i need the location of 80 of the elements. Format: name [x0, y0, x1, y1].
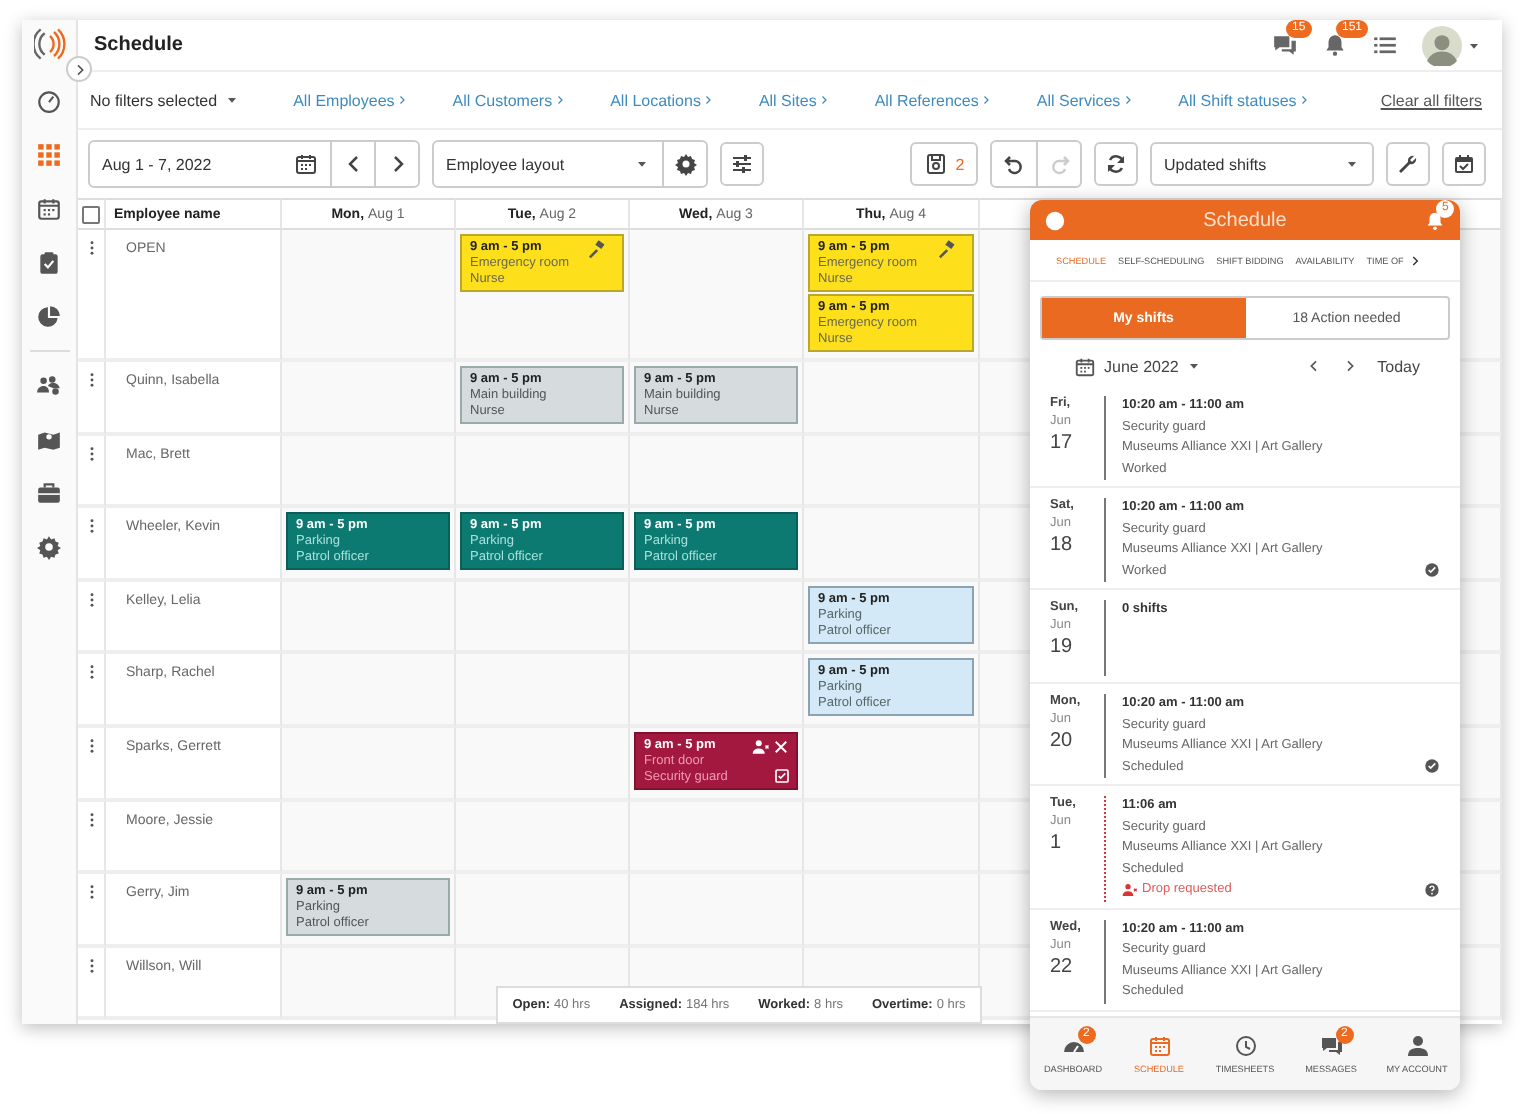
calendar-button[interactable]	[1442, 142, 1486, 186]
filter-link[interactable]: All References	[874, 91, 993, 109]
filter-link[interactable]: All Services	[1036, 91, 1135, 109]
expand-button[interactable]	[66, 56, 92, 82]
people-icon	[36, 372, 62, 398]
page-title: Schedule	[94, 34, 185, 56]
gauge-icon	[36, 88, 62, 114]
today-button[interactable]: Today	[1377, 357, 1420, 375]
chevron-left-icon[interactable]	[1305, 358, 1322, 374]
refresh-button[interactable]	[1094, 142, 1138, 186]
filter-settings-button[interactable]	[720, 142, 764, 186]
select-all-checkbox[interactable]	[82, 205, 100, 223]
schedule-cell[interactable]	[456, 435, 630, 509]
caret-icon	[223, 92, 240, 108]
wrench-icon	[1396, 152, 1420, 176]
user-remove-icon	[1122, 882, 1138, 899]
date-number: 18	[1050, 534, 1075, 556]
filter-link[interactable]: All Employees	[293, 91, 409, 109]
grid-icon	[36, 142, 62, 168]
schedule-cell[interactable]	[282, 801, 456, 875]
schedule-cell[interactable]	[282, 230, 456, 362]
filter-link[interactable]: All Sites	[758, 91, 831, 109]
logo-icon	[33, 26, 65, 62]
menu-icon[interactable]	[1372, 32, 1398, 58]
caret-icon	[634, 156, 650, 172]
filter-link[interactable]: All Locations	[610, 91, 715, 109]
month-picker[interactable]: June 2022	[1074, 355, 1203, 377]
chat-icon[interactable]	[1272, 32, 1298, 58]
date-number: 17	[1050, 432, 1075, 454]
caret-icon	[1122, 94, 1135, 106]
caret-icon	[1298, 94, 1311, 106]
settings-icon	[36, 534, 62, 560]
schedule-cell[interactable]	[282, 947, 456, 1021]
schedule-cell[interactable]	[630, 435, 804, 509]
checkbox-icon[interactable]	[774, 767, 790, 784]
tools-button[interactable]	[1386, 142, 1430, 186]
filter-link[interactable]: All Shift statuses	[1178, 91, 1311, 109]
avatar-icon[interactable]	[1422, 25, 1462, 65]
schedule-cell[interactable]	[282, 435, 456, 509]
person-icon	[1405, 1034, 1429, 1058]
calendar-clock-icon	[36, 196, 62, 222]
clear-filters-link[interactable]: Clear all filters	[1380, 91, 1482, 109]
calendar-check-icon	[1452, 152, 1476, 176]
caret-icon	[396, 94, 409, 106]
save-icon	[923, 152, 948, 176]
bell-icon[interactable]	[1424, 209, 1446, 231]
filter-link[interactable]: All Customers	[452, 91, 567, 109]
pie-chart-icon	[36, 304, 62, 330]
filter-dropdown[interactable]: No filters selected	[90, 91, 240, 109]
date-number: 22	[1050, 955, 1075, 977]
clipboard-check-icon	[36, 250, 62, 276]
caret-icon	[1186, 358, 1203, 374]
date-number: 19	[1050, 636, 1075, 658]
close-icon[interactable]	[772, 737, 790, 756]
caret-icon	[1344, 156, 1360, 172]
refresh-icon	[1104, 152, 1128, 176]
chat-icon	[1319, 1034, 1343, 1058]
mobile-title: Schedule	[1201, 209, 1289, 231]
redo-icon	[1047, 152, 1071, 176]
calendar-icon	[1147, 1034, 1171, 1058]
view-dropdown[interactable]: Updated shifts	[1150, 142, 1374, 186]
undo-icon	[1002, 152, 1026, 176]
clock-icon	[1233, 1034, 1257, 1058]
briefcase-icon	[36, 480, 62, 506]
sliders-icon	[730, 152, 754, 176]
user-remove-icon[interactable]	[752, 737, 770, 756]
caret-icon	[980, 94, 993, 106]
schedule-cell[interactable]	[282, 362, 456, 436]
date-number: 20	[1050, 730, 1075, 752]
caret-icon	[818, 94, 831, 106]
calendar-icon	[1074, 355, 1096, 377]
caret-icon	[702, 94, 715, 106]
settings-icon	[673, 152, 697, 176]
date-number: 1	[1050, 832, 1064, 854]
bell-icon[interactable]	[1322, 32, 1348, 58]
schedule-cell[interactable]	[282, 654, 456, 728]
schedule-cell[interactable]	[282, 727, 456, 802]
schedule-cell[interactable]	[630, 230, 804, 362]
schedule-cell[interactable]	[282, 581, 456, 655]
caret-icon	[554, 94, 567, 106]
